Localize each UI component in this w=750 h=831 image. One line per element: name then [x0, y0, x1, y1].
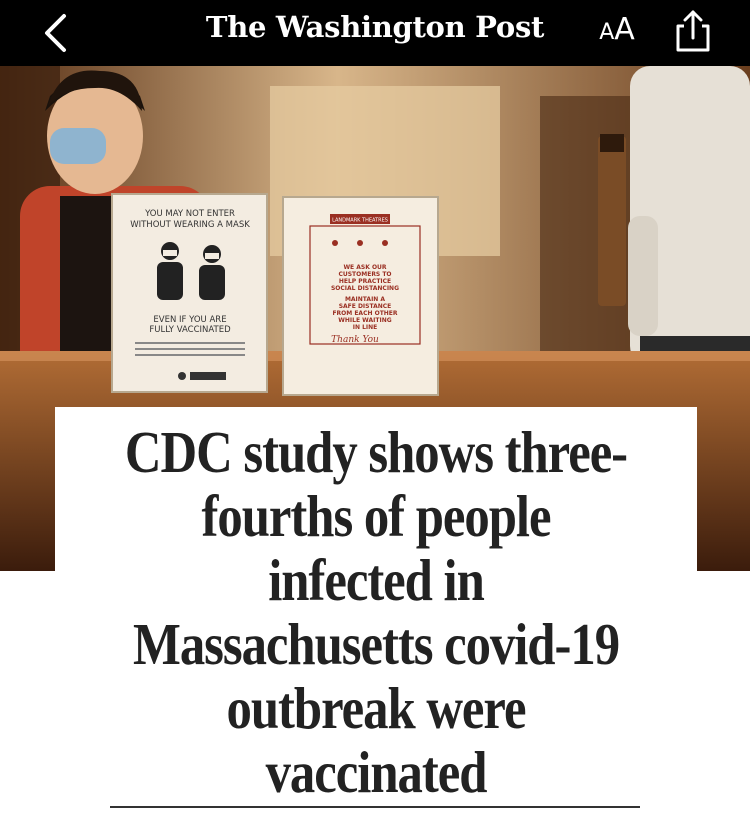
text-size-button[interactable]: A A	[588, 12, 646, 52]
sign-right-line3: HELP PRACTICE	[339, 278, 391, 285]
back-button[interactable]	[30, 8, 80, 58]
headline-line-3: infected in	[268, 547, 485, 613]
sign-left-line3: EVEN IF YOU ARE	[153, 315, 226, 325]
headline-line-5: outbreak were	[226, 675, 527, 741]
sign-right-line5: MAINTAIN A	[345, 296, 385, 303]
sign-right-line9: IN LINE	[353, 324, 378, 331]
sign-left-line4: FULLY VACCINATED	[149, 325, 231, 335]
sign-right-line1: WE ASK OUR	[343, 264, 386, 271]
sign-left-line1: YOU MAY NOT ENTER	[144, 209, 235, 219]
sign-right-line4: SOCIAL DISTANCING	[331, 285, 399, 292]
article-headline: CDC study shows three- fourths of people…	[100, 420, 652, 804]
headline-divider	[110, 806, 640, 808]
sign-right-brand: LANDMARK THEATRES	[332, 218, 388, 224]
sign-right-signoff: Thank You	[331, 335, 379, 345]
sign-right-line2: CUSTOMERS TO	[338, 271, 391, 278]
sign-right-line7: FROM EACH OTHER	[332, 310, 397, 317]
headline-line-2: fourths of people	[201, 483, 552, 549]
share-button[interactable]	[670, 6, 716, 56]
headline-line-1: CDC study shows three-	[124, 419, 628, 485]
headline-line-6: vaccinated	[265, 739, 488, 805]
chevron-left-icon	[45, 14, 66, 52]
share-icon	[676, 10, 710, 52]
sign-right-line8: WHILE WAITING	[338, 317, 391, 324]
text-size-big-a: A	[614, 12, 635, 47]
sign-left-line2: WITHOUT WEARING A MASK	[130, 220, 250, 230]
headline-line-4: Massachusetts covid-19	[132, 611, 620, 677]
top-navigation-bar: The Washington Post A A	[0, 0, 750, 66]
sign-right-line6: SAFE DISTANCE	[339, 303, 392, 310]
text-size-small-a: A	[599, 20, 615, 45]
